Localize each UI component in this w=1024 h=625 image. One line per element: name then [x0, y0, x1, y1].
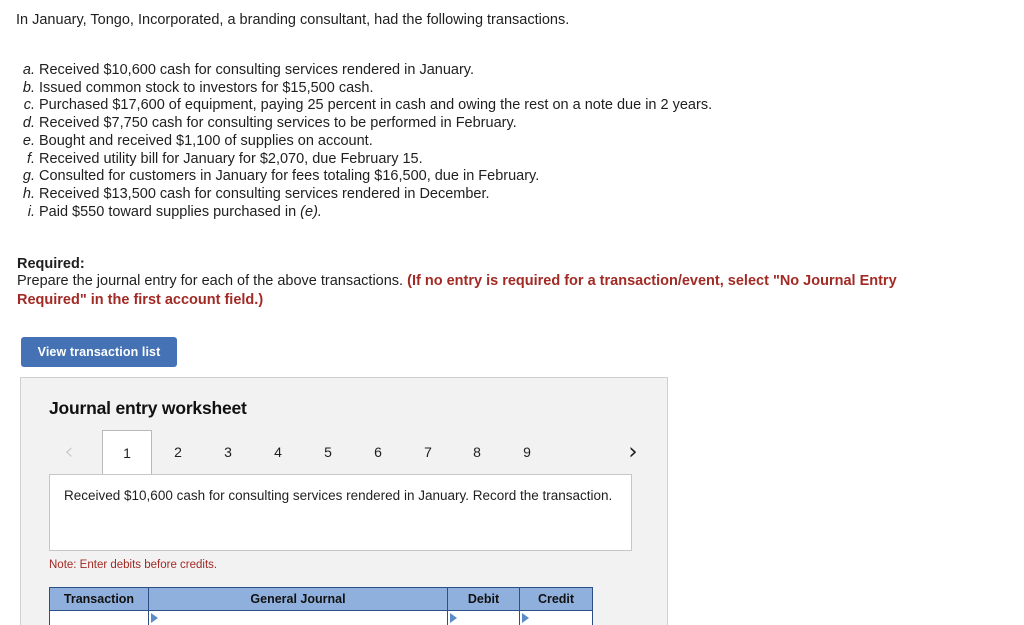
- cell-credit[interactable]: [519, 610, 593, 625]
- transaction-letter-c: c.: [23, 97, 35, 114]
- worksheet-tab-8[interactable]: 8: [452, 430, 502, 474]
- dropdown-arrow-icon[interactable]: [450, 613, 457, 623]
- transaction-text-i: Paid $550 toward supplies purchased in (…: [39, 204, 322, 222]
- worksheet-description-box: Received $10,600 cash for consulting ser…: [49, 474, 632, 551]
- required-body: Prepare the journal entry for each of th…: [17, 272, 957, 309]
- transaction-item-g: g. Consulted for customers in January fo…: [16, 168, 976, 186]
- required-instruction: Prepare the journal entry for each of th…: [17, 273, 408, 289]
- transaction-text-c: Purchased $17,600 of equipment, paying 2…: [39, 97, 713, 114]
- transaction-text-d: Received $7,750 cash for consulting serv…: [39, 115, 517, 132]
- transaction-letter-h: h.: [22, 185, 35, 202]
- transaction-letter-f: f.: [26, 150, 35, 167]
- worksheet-tab-3[interactable]: 3: [203, 430, 253, 474]
- transaction-letter-e: e.: [22, 132, 35, 149]
- transaction-text-i-main: Paid $550 toward supplies purchased in: [39, 203, 301, 220]
- cell-debit[interactable]: [447, 610, 520, 625]
- column-header-debit: Debit: [447, 587, 520, 611]
- dropdown-arrow-icon[interactable]: [522, 613, 529, 623]
- transaction-text-a: Received $10,600 cash for consulting ser…: [39, 62, 474, 78]
- transaction-item-d: d. Received $7,750 cash for consulting s…: [16, 115, 976, 133]
- required-heading: Required:: [17, 256, 85, 272]
- journal-table-header-row: Transaction General Journal Debit Credit: [49, 587, 593, 611]
- transaction-item-i: i. Paid $550 toward supplies purchased i…: [16, 204, 976, 222]
- worksheet-tab-4[interactable]: 4: [253, 430, 303, 474]
- worksheet-tab-strip: ‹ 1 2 3 4 5 6 7 8 9 ›: [21, 430, 667, 476]
- journal-table-body: [49, 610, 593, 625]
- transaction-letter-i: i.: [27, 203, 35, 220]
- transaction-text-g: Consulted for customers in January for f…: [39, 168, 540, 185]
- column-header-general-journal: General Journal: [148, 587, 448, 611]
- worksheet-tab-2[interactable]: 2: [153, 430, 203, 474]
- journal-table-header: Transaction General Journal Debit Credit: [49, 587, 593, 611]
- transaction-letter-b: b.: [22, 79, 35, 96]
- worksheet-tab-9[interactable]: 9: [502, 430, 552, 474]
- transaction-item-h: h. Received $13,500 cash for consulting …: [16, 186, 976, 204]
- view-transaction-list-button[interactable]: View transaction list: [21, 337, 177, 367]
- transaction-letter-d: d.: [22, 115, 35, 132]
- chevron-left-icon[interactable]: ‹: [57, 439, 81, 465]
- transaction-list: a. Received $10,600 cash for consulting …: [16, 62, 976, 221]
- transaction-item-f: f. Received utility bill for January for…: [16, 151, 976, 169]
- transaction-item-e: e. Bought and received $1,100 of supplie…: [16, 133, 976, 151]
- transaction-item-c: c. Purchased $17,600 of equipment, payin…: [16, 97, 976, 115]
- page-root: In January, Tongo, Incorporated, a brand…: [0, 0, 1024, 625]
- table-row: [49, 610, 593, 625]
- transaction-text-f: Received utility bill for January for $2…: [39, 150, 423, 167]
- transaction-text-b: Issued common stock to investors for $15…: [39, 79, 374, 96]
- cell-transaction[interactable]: [49, 610, 149, 625]
- worksheet-tab-1[interactable]: 1: [102, 430, 152, 476]
- transaction-text-i-ref: (e).: [300, 203, 322, 220]
- worksheet-tab-5[interactable]: 5: [303, 430, 353, 474]
- transaction-text-e: Bought and received $1,100 of supplies o…: [39, 132, 373, 149]
- transaction-letter-g: g.: [22, 168, 35, 185]
- cell-general-journal[interactable]: [148, 610, 448, 625]
- chevron-right-icon[interactable]: ›: [621, 439, 645, 465]
- worksheet-tab-6[interactable]: 6: [353, 430, 403, 474]
- column-header-transaction: Transaction: [49, 587, 149, 611]
- worksheet-title: Journal entry worksheet: [49, 398, 247, 418]
- debits-before-credits-note: Note: Enter debits before credits.: [49, 559, 218, 571]
- transaction-letter-a: a.: [22, 62, 35, 78]
- transaction-item-a: a. Received $10,600 cash for consulting …: [16, 62, 976, 80]
- transaction-text-h: Received $13,500 cash for consulting ser…: [39, 185, 490, 202]
- journal-entry-table: Transaction General Journal Debit Credit: [49, 587, 593, 625]
- column-header-credit: Credit: [519, 587, 593, 611]
- journal-entry-worksheet-panel: Journal entry worksheet ‹ 1 2 3 4 5 6 7 …: [20, 377, 668, 625]
- dropdown-arrow-icon[interactable]: [151, 613, 158, 623]
- transaction-item-b: b. Issued common stock to investors for …: [16, 80, 976, 98]
- problem-intro-text: In January, Tongo, Incorporated, a brand…: [16, 12, 570, 28]
- worksheet-tab-7[interactable]: 7: [403, 430, 453, 474]
